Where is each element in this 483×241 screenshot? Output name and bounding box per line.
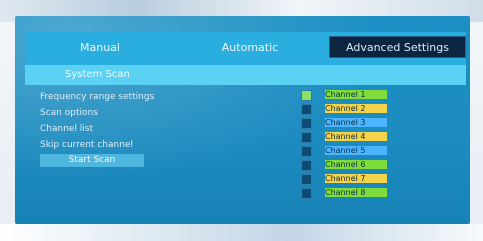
channel-item[interactable]: Channel 2 (325, 104, 387, 113)
channel-item[interactable]: Channel 4 (325, 132, 387, 141)
channel-item[interactable]: Channel 6 (325, 160, 387, 169)
settings-row-frequency[interactable]: Frequency range settings (40, 90, 154, 104)
reflection-strip (0, 224, 483, 241)
channel-checkbox[interactable] (301, 90, 312, 101)
settings-row-channel-list[interactable]: Channel list (40, 122, 93, 136)
channel-item[interactable]: Channel 7 (325, 174, 387, 183)
channel-item[interactable]: Channel 1 (325, 90, 387, 99)
channel-item[interactable]: Channel 5 (325, 146, 387, 155)
tab-advanced-settings[interactable]: Advanced Settings (329, 36, 466, 58)
start-scan-button[interactable]: Start Scan (40, 154, 144, 167)
channel-item[interactable]: Channel 3 (325, 118, 387, 127)
channel-checkbox[interactable] (301, 188, 312, 199)
channel-item[interactable]: Channel 8 (325, 188, 387, 197)
subheader-bar: System Scan (25, 65, 466, 85)
channel-checkbox[interactable] (301, 146, 312, 157)
channel-checkbox[interactable] (301, 118, 312, 129)
subheader-title: System Scan (65, 69, 130, 80)
channel-checkbox[interactable] (301, 174, 312, 185)
tab-bar: Manual Automatic Advanced Settings (25, 32, 466, 65)
channel-checkbox[interactable] (301, 104, 312, 115)
channel-list: Channel 1 Channel 2 Channel 3 Channel 4 Chan… (301, 86, 391, 206)
channel-checkbox[interactable] (301, 160, 312, 171)
settings-row-skip-channel[interactable]: Skip current channel (40, 138, 133, 152)
settings-row-scan-options[interactable]: Scan options (40, 106, 98, 120)
tab-automatic[interactable]: Automatic (175, 37, 325, 59)
tv-screen: Manual Automatic Advanced Settings Syste… (15, 16, 470, 224)
tab-manual[interactable]: Manual (25, 37, 175, 59)
channel-checkbox[interactable] (301, 132, 312, 143)
